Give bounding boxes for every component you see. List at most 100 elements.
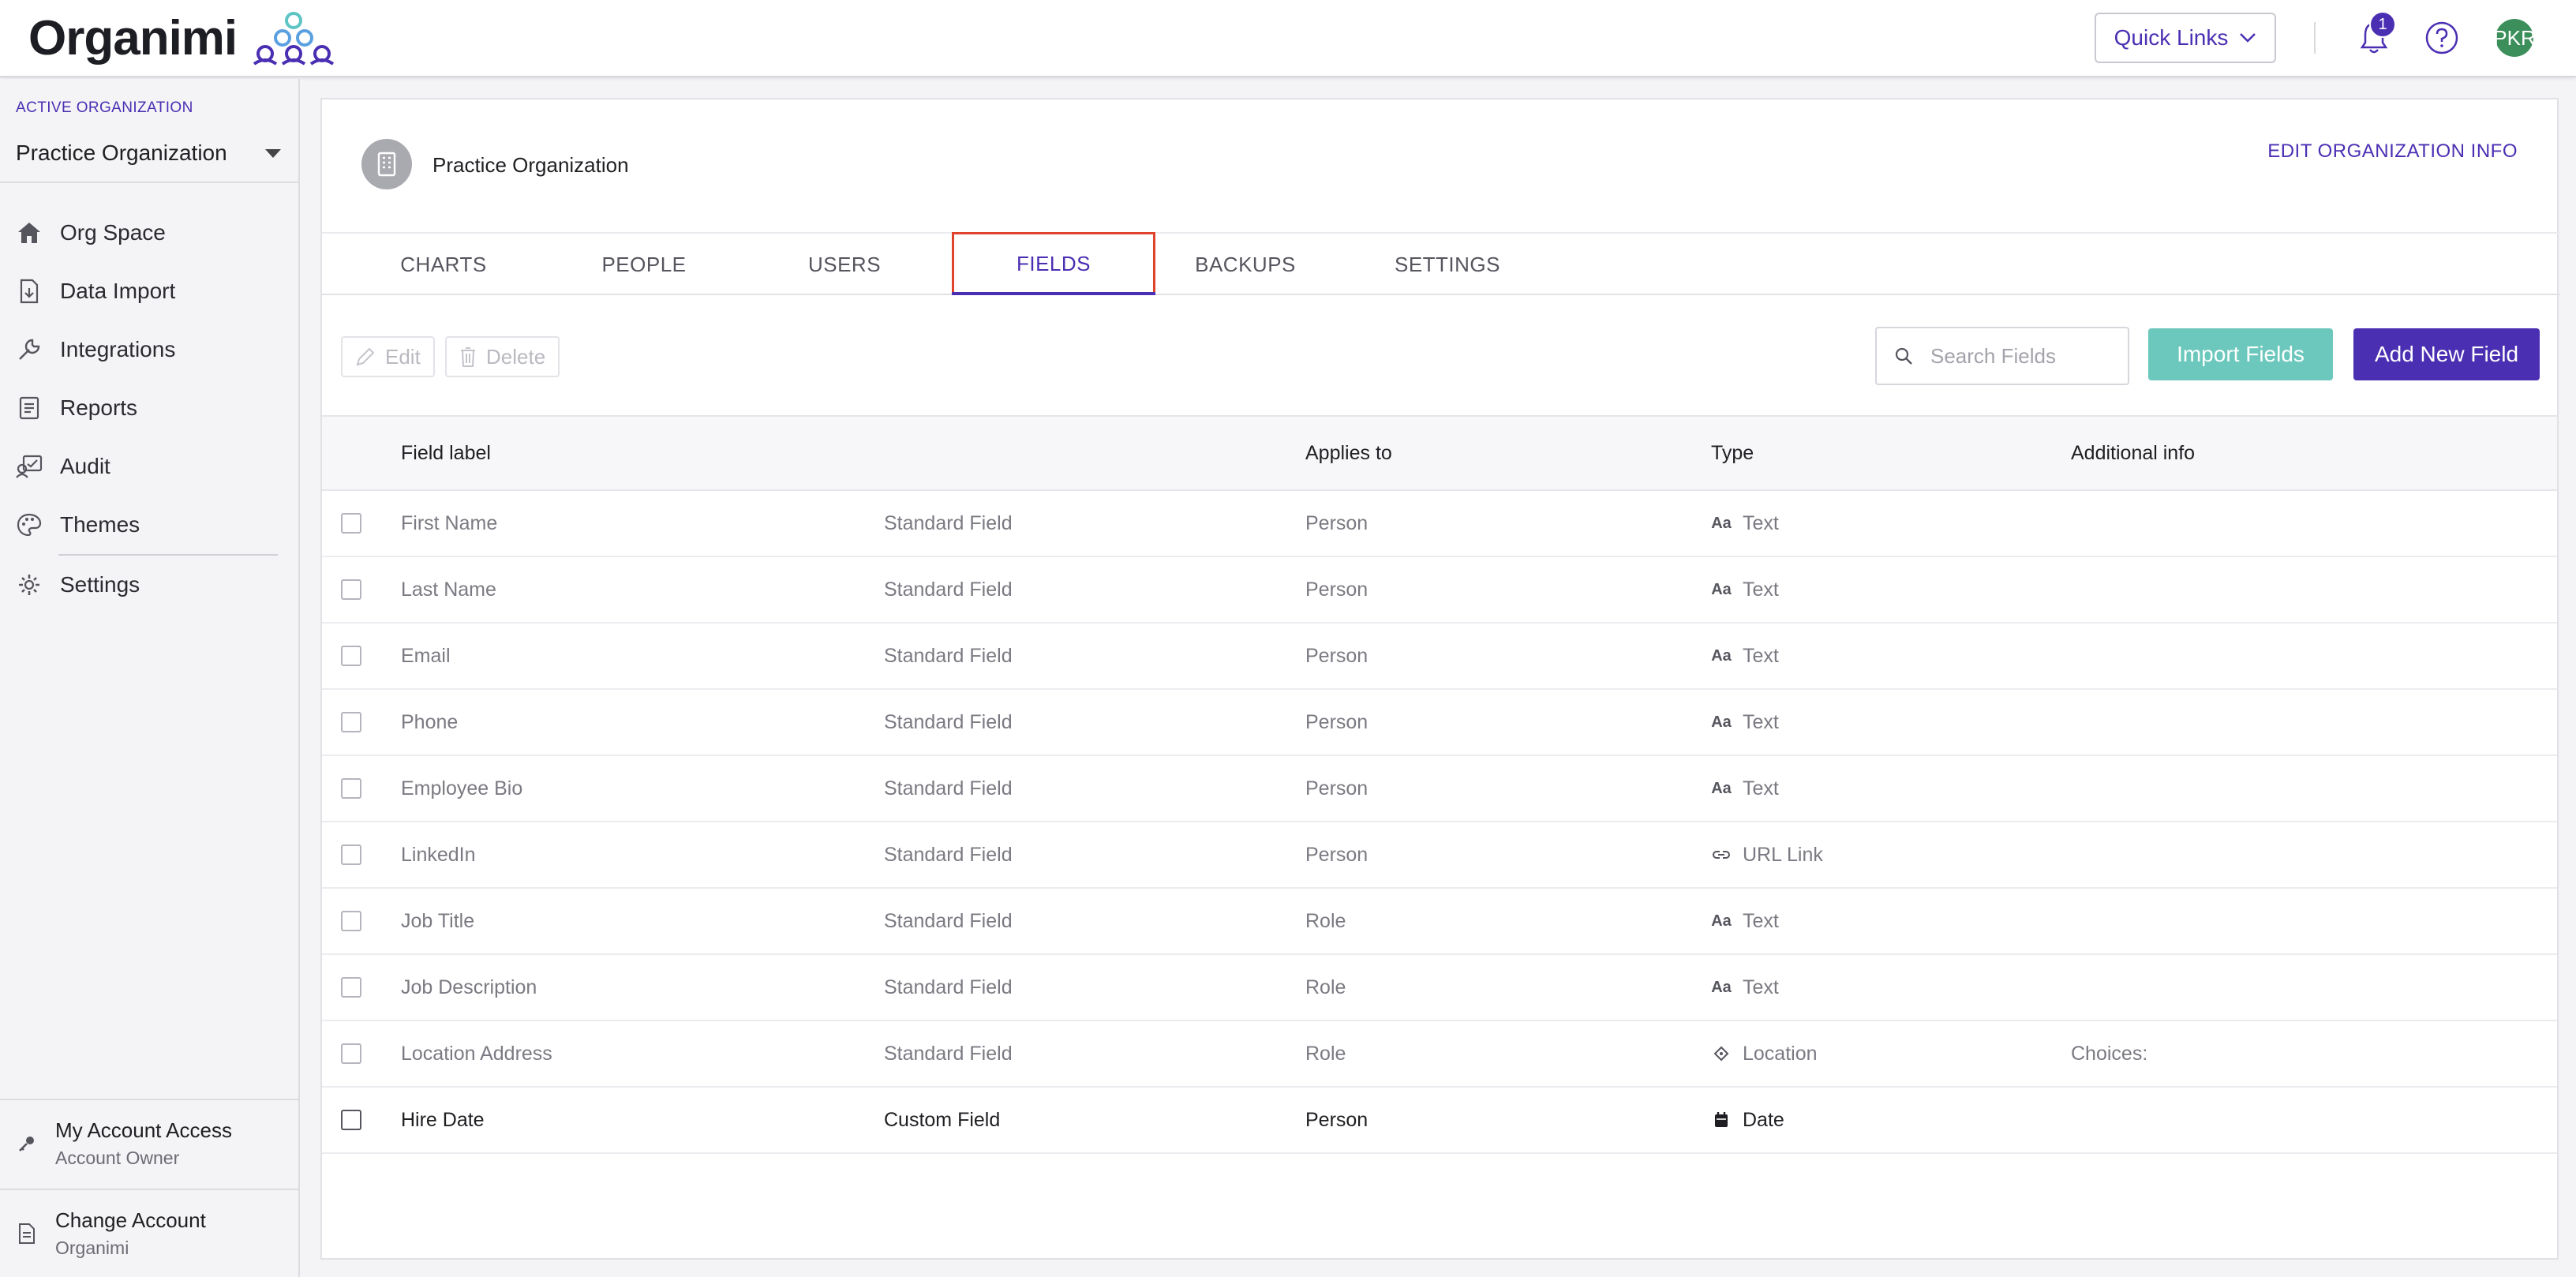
table-row[interactable]: First Name Standard Field Person Aa Text [322,491,2557,557]
row-checkbox[interactable] [341,1043,361,1064]
text-type-icon: Aa [1711,779,1732,797]
main-panel: Practice Organization EDIT ORGANIZATION … [320,98,2560,1260]
type-label: Text [1743,511,1779,534]
edit-label: Edit [385,344,421,369]
sidebar-item-integrations[interactable]: Integrations [0,320,300,379]
tab-people[interactable]: PEOPLE [554,234,734,295]
my-account-access[interactable]: My Account Access Account Owner [0,1099,300,1187]
tab-users[interactable]: USERS [754,234,934,295]
field-kind-cell: Custom Field [884,1108,1001,1131]
applies-to-cell: Person [1305,843,1368,866]
table-row[interactable]: Job Title Standard Field Role Aa Text [322,889,2557,955]
row-checkbox[interactable] [341,513,361,534]
column-header-additional-info: Additional info [2071,441,2196,464]
tab-backups[interactable]: BACKUPS [1155,234,1335,295]
delete-button[interactable]: Delete [445,336,560,377]
edit-organization-info-link[interactable]: EDIT ORGANIZATION INFO [2267,140,2518,163]
table-row[interactable]: Last Name Standard Field Person Aa Text [322,557,2557,624]
file-import-icon [16,278,43,305]
sidebar: ACTIVE ORGANIZATION Practice Organizatio… [0,79,300,1277]
search-fields-input[interactable]: Search Fields [1875,327,2129,385]
table-row[interactable]: Location Address Standard Field Role Locati… [322,1021,2557,1088]
type-cell: Location [1711,1021,1818,1086]
row-checkbox[interactable] [341,977,361,998]
row-checkbox[interactable] [341,844,361,865]
applies-to-cell: Person [1305,578,1368,601]
link-icon [1711,848,1732,861]
column-header-applies-to[interactable]: Applies to [1305,417,1392,489]
tab-charts[interactable]: CHARTS [354,234,534,295]
organimi-logo[interactable]: Organimi [28,8,339,68]
table-row[interactable]: Email Standard Field Person Aa Text [322,624,2557,690]
row-cell-checkbox [341,491,361,556]
active-org-select[interactable]: Practice Organization [16,136,284,170]
column-header-field-label[interactable]: Field label [401,417,491,489]
table-row[interactable]: LinkedIn Standard Field Person URL Link [322,822,2557,889]
field-kind-cell: Standard Field [884,1042,1013,1065]
text-type-icon: Aa [1711,912,1732,930]
table-row[interactable]: Phone Standard Field Person Aa Text [322,690,2557,756]
top-bar: Organimi Quick Links 1 PKR [0,0,2576,77]
field-label-cell: Hire Date [401,1108,485,1131]
type-cell: Aa Text [1711,624,1779,688]
column-header-type[interactable]: Type [1711,417,1754,489]
additional-info-cell: Choices: [2071,1042,2148,1065]
sidebar-nav: Org Space Data Import Integrations Repor… [0,204,300,614]
sidebar-item-themes[interactable]: Themes [0,496,300,554]
sidebar-item-org-space[interactable]: Org Space [0,204,300,262]
field-kind-cell: Standard Field [884,644,1013,667]
row-checkbox[interactable] [341,712,361,732]
type-cell: URL Link [1711,822,1823,887]
row-checkbox[interactable] [341,911,361,931]
field-kind-cell: Standard Field [884,976,1013,998]
active-org-name: Practice Organization [16,140,227,165]
table-row[interactable]: Hire Date Custom Field Person Date [322,1088,2557,1154]
quick-links-dropdown[interactable]: Quick Links [2095,13,2276,63]
type-cell: Aa Text [1711,690,1779,755]
search-icon [1895,347,1912,365]
location-icon [1711,1046,1732,1062]
row-cell-checkbox [341,690,361,755]
page-title: Practice Organization [432,153,629,177]
user-avatar[interactable]: PKR [2493,19,2536,57]
sidebar-item-reports[interactable]: Reports [0,379,300,437]
help-icon[interactable] [2424,21,2459,55]
import-fields-button[interactable]: Import Fields [2148,328,2333,380]
sidebar-item-data-import[interactable]: Data Import [0,262,300,320]
text-type-icon: Aa [1711,713,1732,731]
table-row[interactable]: Employee Bio Standard Field Person Aa Text [322,756,2557,822]
caret-down-icon [265,148,281,158]
type-label: Text [1743,644,1779,667]
add-new-field-button[interactable]: Add New Field [2353,328,2540,380]
text-type-icon: Aa [1711,646,1732,665]
edit-button[interactable]: Edit [341,336,435,377]
sidebar-item-label: Data Import [60,279,176,303]
type-label: Date [1743,1108,1784,1131]
table-row[interactable]: Job Description Standard Field Role Aa Text [322,955,2557,1021]
sidebar-item-label: Integrations [60,337,176,361]
key-icon [16,1134,38,1153]
sidebar-item-label: Settings [60,572,140,597]
tab-settings[interactable]: SETTINGS [1357,234,1537,295]
row-checkbox[interactable] [341,646,361,666]
applies-to-cell: Person [1305,1108,1368,1131]
tab-fields[interactable]: FIELDS [952,232,1155,295]
field-label-cell: Location Address [401,1042,552,1065]
divider [2314,22,2316,54]
row-checkbox[interactable] [341,579,361,600]
field-label-cell: First Name [401,511,498,534]
type-label: URL Link [1743,843,1823,866]
palette-icon [16,511,43,538]
sidebar-item-audit[interactable]: Audit [0,437,300,496]
row-checkbox[interactable] [341,1110,361,1130]
audit-icon [16,453,43,480]
type-cell: Aa Text [1711,557,1779,622]
delete-label: Delete [486,344,546,369]
change-account[interactable]: Change Account Organimi [0,1189,300,1277]
row-checkbox[interactable] [341,778,361,799]
pencil-icon [356,347,375,366]
field-kind-cell: Standard Field [884,511,1013,534]
type-label: Text [1743,777,1779,800]
sidebar-item-settings[interactable]: Settings [0,556,300,614]
calendar-icon [1711,1111,1732,1129]
